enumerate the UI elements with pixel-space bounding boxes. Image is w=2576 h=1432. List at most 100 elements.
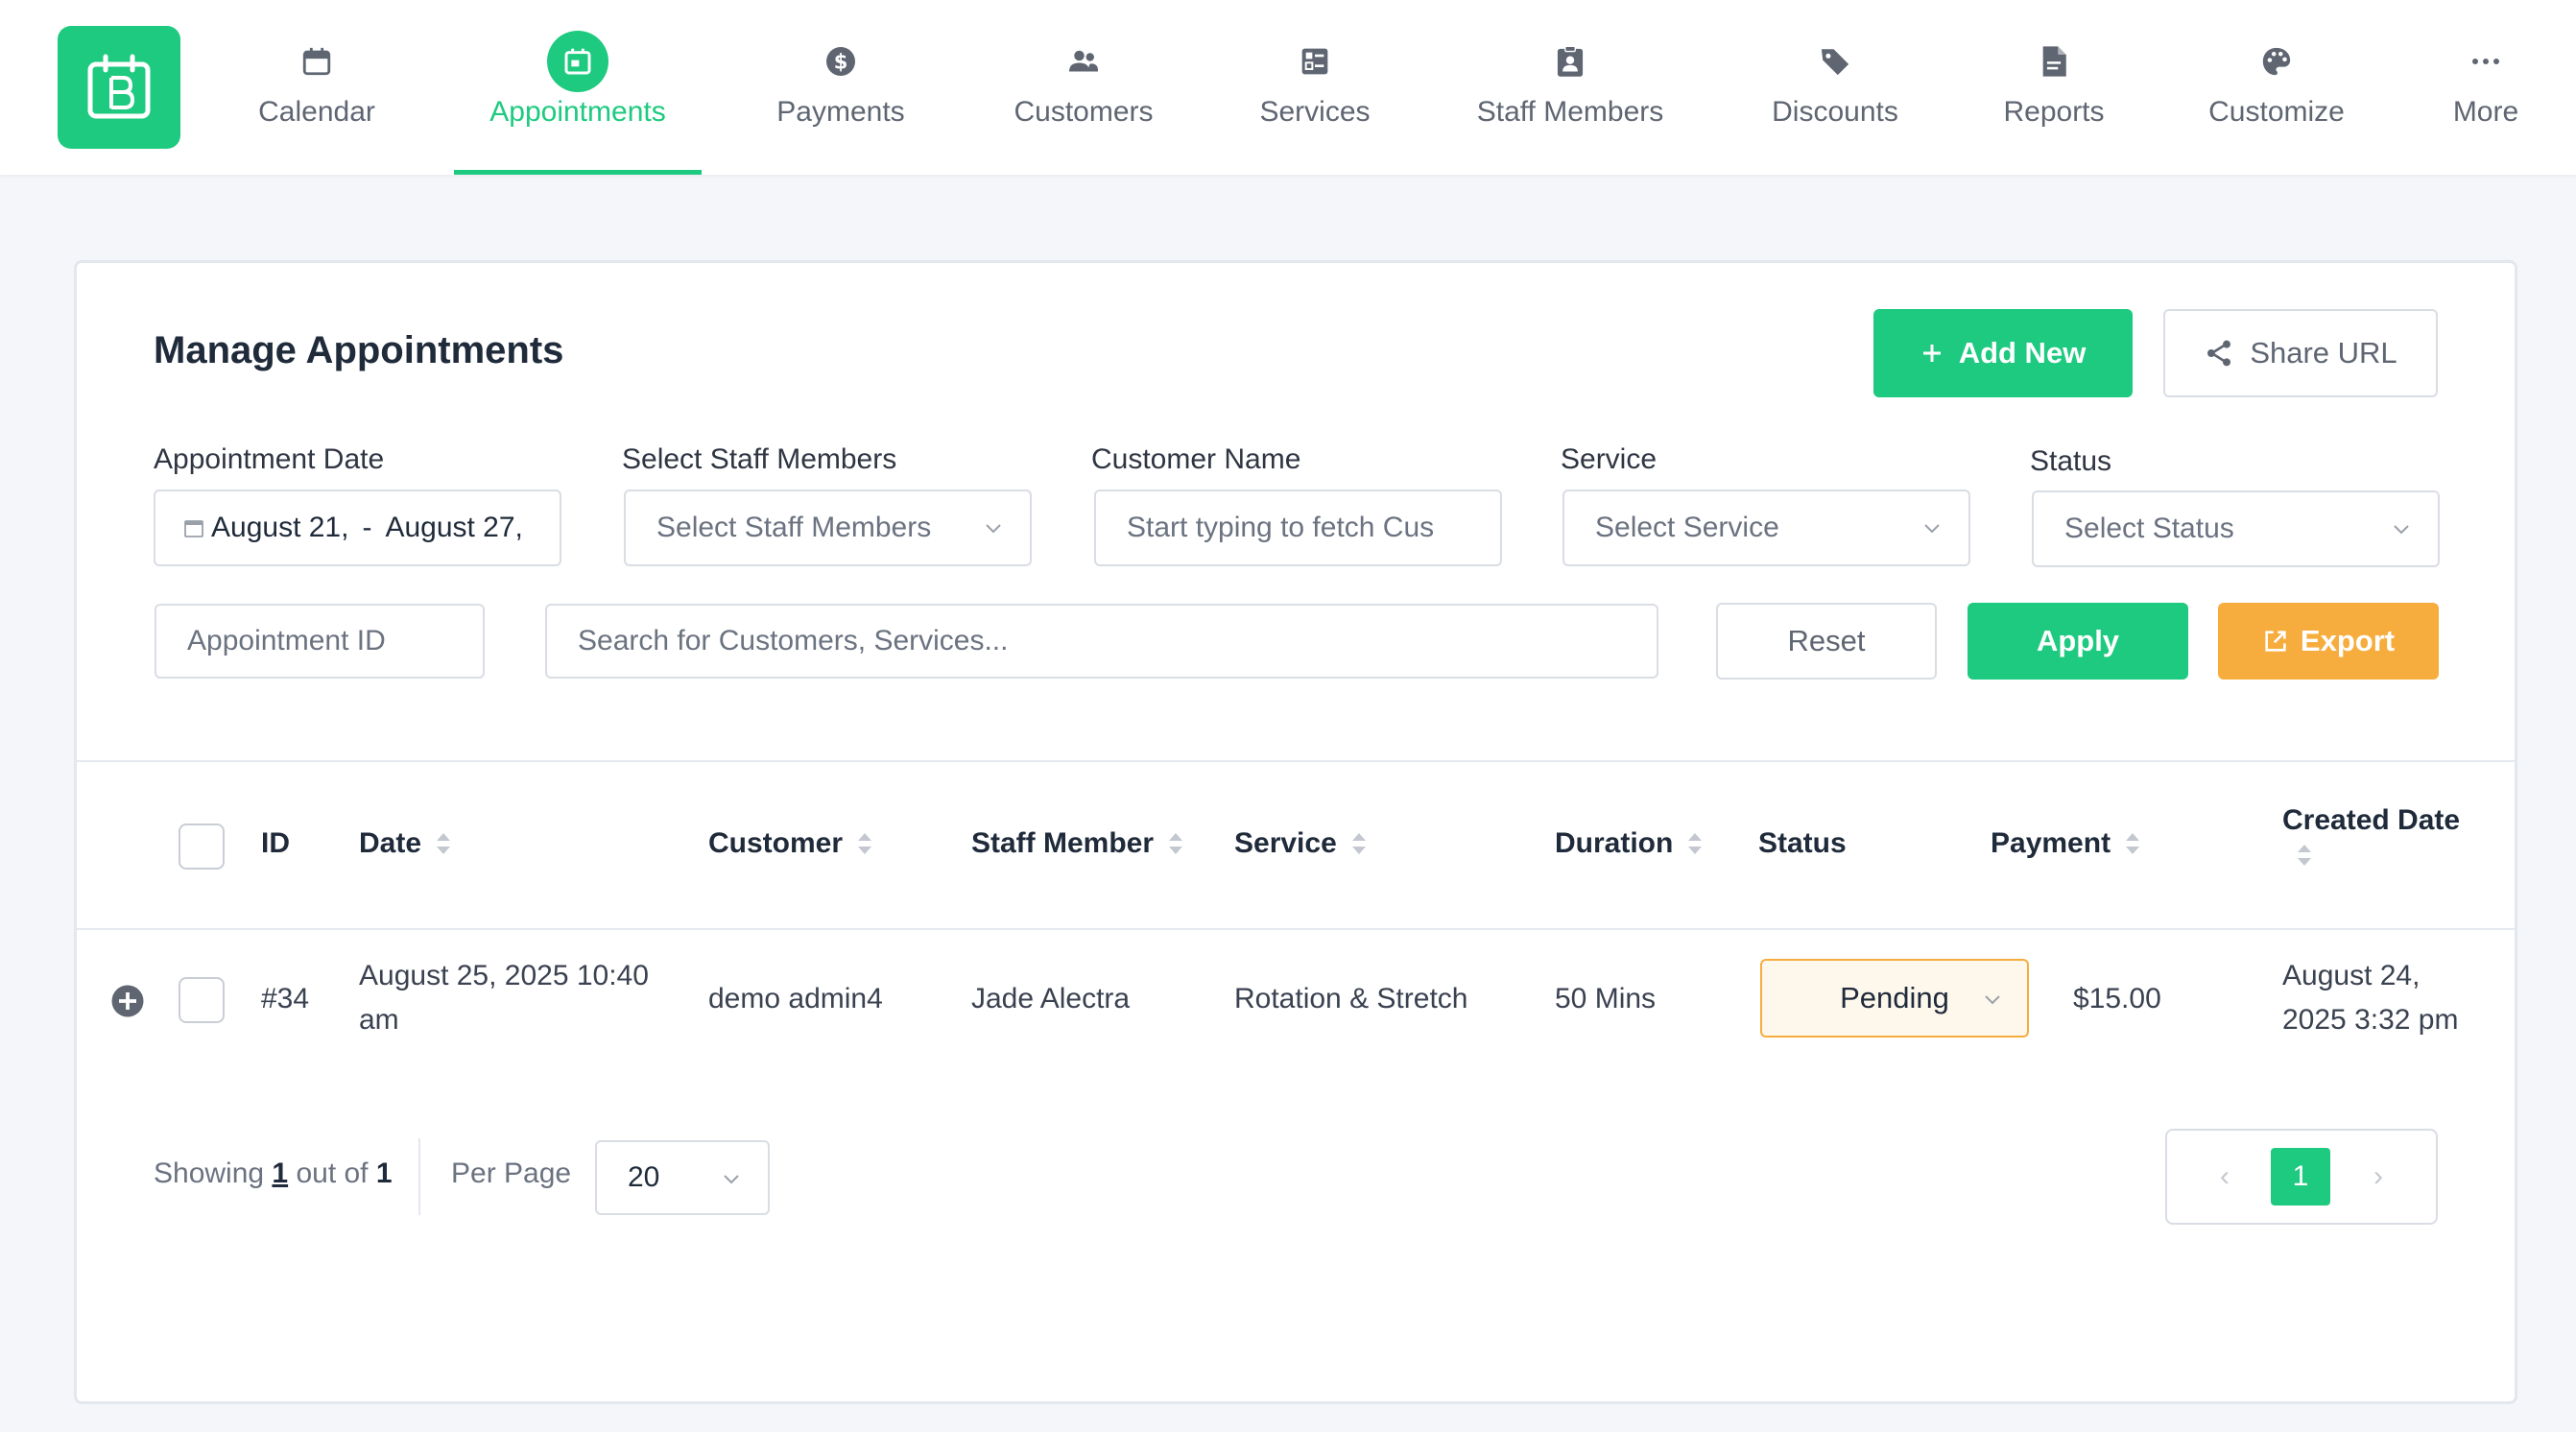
booking-logo-icon bbox=[87, 54, 151, 119]
sort-icon[interactable] bbox=[856, 831, 873, 856]
global-search-input[interactable]: Search for Customers, Services... bbox=[545, 604, 1658, 679]
status-filter-label: Status bbox=[2030, 445, 2112, 477]
appointment-date-label: Appointment Date bbox=[154, 443, 385, 475]
nav-label: Calendar bbox=[258, 96, 375, 128]
nav-customers[interactable]: Customers bbox=[1000, 0, 1167, 175]
top-navigation: Calendar Appointments $ Payments Custome… bbox=[0, 0, 2576, 175]
status-select-placeholder: Select Status bbox=[2064, 513, 2234, 544]
app-logo[interactable] bbox=[58, 26, 180, 149]
column-header-customer[interactable]: Customer bbox=[708, 827, 873, 860]
calendar-icon bbox=[286, 31, 347, 92]
row-checkbox[interactable] bbox=[179, 977, 225, 1023]
palette-icon bbox=[2246, 31, 2307, 92]
column-header-label: Created Date bbox=[2282, 804, 2461, 836]
apply-button[interactable]: Apply bbox=[1968, 603, 2188, 680]
external-link-icon bbox=[2265, 631, 2286, 652]
cell-created-date: August 24, 2025 3:32 pm bbox=[2282, 960, 2459, 1036]
nav-label: Reports bbox=[2003, 96, 2105, 128]
chevron-down-icon bbox=[1985, 995, 2000, 1005]
nav-label: Staff Members bbox=[1476, 96, 1664, 128]
page-1-button[interactable]: 1 bbox=[2271, 1148, 2330, 1205]
cell-payment: $15.00 bbox=[2073, 983, 2161, 1014]
nav-label: Customers bbox=[1014, 96, 1154, 128]
nav-services[interactable]: Services bbox=[1248, 0, 1382, 175]
nav-more[interactable]: More bbox=[2436, 0, 2536, 175]
filters-divider bbox=[77, 760, 2515, 762]
date-range-picker[interactable]: August 21, - August 27, bbox=[154, 489, 561, 566]
column-header-payment[interactable]: Payment bbox=[1991, 827, 2141, 860]
sort-icon[interactable] bbox=[2124, 831, 2141, 856]
staff-filter-label: Select Staff Members bbox=[622, 443, 897, 475]
footer-divider bbox=[418, 1138, 420, 1215]
nav-label: More bbox=[2452, 96, 2519, 128]
chevron-down-icon bbox=[1924, 524, 1940, 534]
appointments-icon bbox=[547, 31, 608, 92]
column-header-id: ID bbox=[261, 827, 290, 860]
per-page-select[interactable]: 20 bbox=[595, 1140, 770, 1215]
tag-icon bbox=[1804, 31, 1866, 92]
customer-search-input[interactable]: Start typing to fetch Cus bbox=[1094, 489, 1502, 566]
sort-icon[interactable] bbox=[1350, 831, 1368, 856]
appointment-id-input[interactable]: Appointment ID bbox=[155, 604, 485, 679]
column-header-staff[interactable]: Staff Member bbox=[971, 827, 1184, 860]
column-header-status: Status bbox=[1758, 827, 1847, 860]
service-select[interactable]: Select Service bbox=[1562, 489, 1970, 566]
column-header-created-date[interactable]: Created Date bbox=[2282, 804, 2460, 868]
cell-id: #34 bbox=[261, 983, 310, 1014]
column-header-label: Service bbox=[1234, 827, 1337, 859]
reset-label: Reset bbox=[1787, 624, 1866, 657]
column-header-date[interactable]: Date bbox=[359, 827, 452, 860]
sort-icon[interactable] bbox=[1686, 831, 1704, 856]
showing-total: 1 bbox=[375, 1158, 393, 1189]
cell-duration: 50 Mins bbox=[1555, 983, 1657, 1014]
nav-label: Appointments bbox=[489, 96, 666, 128]
page-title: Manage Appointments bbox=[154, 329, 564, 371]
prev-page-button[interactable]: ‹ bbox=[2207, 1148, 2242, 1205]
status-select[interactable]: Select Status bbox=[2032, 490, 2440, 567]
expand-row-icon[interactable] bbox=[110, 984, 145, 1018]
customer-filter-label: Customer Name bbox=[1091, 443, 1301, 475]
column-header-label: Staff Member bbox=[971, 827, 1155, 859]
nav-discounts[interactable]: Discounts bbox=[1760, 0, 1910, 175]
cell-date: August 25, 2025 10:40 am bbox=[359, 960, 649, 1036]
nav-customize[interactable]: Customize bbox=[2198, 0, 2355, 175]
add-new-label: Add New bbox=[1958, 336, 2087, 370]
column-header-label: Duration bbox=[1555, 827, 1674, 859]
share-url-button[interactable]: Share URL bbox=[2163, 309, 2438, 397]
column-header-label: Date bbox=[359, 827, 422, 859]
customer-search-placeholder: Start typing to fetch Cus bbox=[1127, 512, 1435, 543]
per-page-label: Per Page bbox=[451, 1158, 572, 1189]
select-all-checkbox[interactable] bbox=[179, 823, 225, 870]
more-icon bbox=[2455, 31, 2516, 92]
cell-staff: Jade Alectra bbox=[971, 983, 1131, 1014]
sort-icon[interactable] bbox=[1167, 831, 1184, 856]
export-button[interactable]: Export bbox=[2218, 603, 2439, 680]
showing-middle: out of bbox=[288, 1158, 376, 1189]
share-icon bbox=[2207, 340, 2231, 367]
export-label: Export bbox=[2300, 624, 2396, 657]
row-status-select[interactable]: Pending bbox=[1760, 959, 2029, 1038]
column-header-label: ID bbox=[261, 827, 290, 859]
nav-calendar[interactable]: Calendar bbox=[245, 0, 389, 175]
nav-label: Services bbox=[1259, 96, 1371, 128]
showing-current: 1 bbox=[272, 1158, 289, 1189]
column-header-duration[interactable]: Duration bbox=[1555, 827, 1704, 860]
share-url-label: Share URL bbox=[2250, 336, 2397, 370]
report-icon bbox=[2023, 31, 2085, 92]
nav-appointments[interactable]: Appointments bbox=[457, 0, 699, 175]
table-header-divider bbox=[77, 928, 2515, 930]
sort-icon[interactable] bbox=[2296, 843, 2313, 868]
add-new-button[interactable]: Add New bbox=[1873, 309, 2133, 397]
staff-select[interactable]: Select Staff Members bbox=[624, 489, 1032, 566]
calendar-small-icon bbox=[184, 520, 203, 537]
nav-reports[interactable]: Reports bbox=[1987, 0, 2121, 175]
nav-payments[interactable]: $ Payments bbox=[764, 0, 918, 175]
nav-staff-members[interactable]: Staff Members bbox=[1459, 0, 1682, 175]
date-from: August 21, bbox=[211, 512, 349, 543]
service-filter-label: Service bbox=[1561, 443, 1658, 475]
column-header-service[interactable]: Service bbox=[1234, 827, 1368, 860]
appointment-id-placeholder: Appointment ID bbox=[187, 625, 386, 656]
sort-icon[interactable] bbox=[435, 831, 452, 856]
reset-button[interactable]: Reset bbox=[1716, 603, 1937, 680]
next-page-button[interactable]: › bbox=[2361, 1148, 2396, 1205]
